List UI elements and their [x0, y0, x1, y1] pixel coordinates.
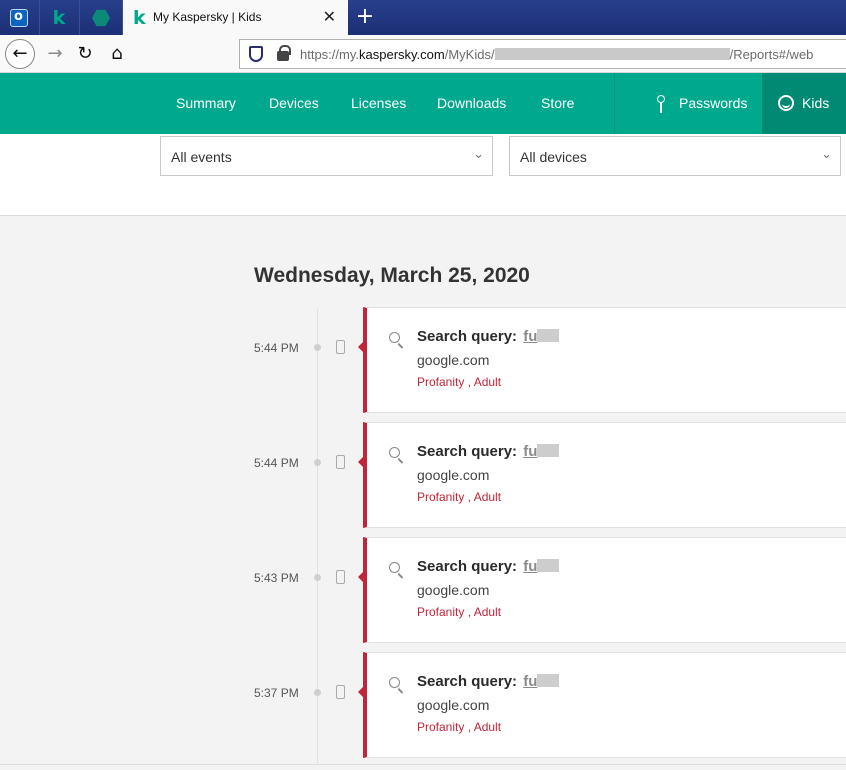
event-time: 5:43 PM — [254, 571, 299, 585]
term-redaction — [537, 444, 560, 457]
nav-store[interactable]: Store — [541, 73, 574, 134]
event-categories: Profanity , Adult — [417, 720, 502, 734]
nav-passwords[interactable]: Passwords — [679, 73, 747, 134]
kids-face-icon — [778, 95, 794, 111]
reload-button[interactable]: ↻ — [70, 39, 100, 69]
search-term-text: fu — [523, 443, 538, 460]
event-time: 5:44 PM — [254, 341, 299, 355]
search-site: google.com — [417, 582, 490, 598]
lock-icon[interactable] — [277, 45, 291, 61]
search-query-label: Search query: — [417, 328, 518, 345]
pinned-tab-app[interactable] — [80, 0, 123, 35]
device-filter-select[interactable]: All devices ⌄ — [509, 136, 841, 176]
event-time: 5:44 PM — [254, 456, 299, 470]
phone-icon — [336, 570, 345, 584]
search-site: google.com — [417, 697, 490, 713]
search-query-term[interactable]: fu — [523, 558, 560, 575]
event-row: 5:43 PM Search query: fu google.com Prof… — [0, 537, 846, 643]
event-row: 5:44 PM Search query: fu google.com Prof… — [0, 422, 846, 528]
search-query-title: Search query: fu — [417, 443, 560, 460]
kaspersky-k-icon: k — [133, 7, 146, 29]
pinned-tab-kaspersky[interactable]: k — [40, 0, 80, 35]
outlook-icon — [10, 9, 28, 27]
device-filter-value: All devices — [520, 149, 587, 165]
timeline-dot — [314, 344, 321, 351]
search-query-term[interactable]: fu — [523, 328, 560, 345]
phone-icon — [336, 455, 345, 469]
url-path: /MyKids/ — [444, 47, 495, 62]
chevron-down-icon: ⌄ — [821, 147, 832, 162]
event-card[interactable]: Search query: fu google.com Profanity , … — [358, 537, 846, 643]
search-query-title: Search query: fu — [417, 328, 560, 345]
back-button[interactable]: ← — [5, 39, 35, 69]
phone-icon — [336, 340, 345, 354]
event-row: 5:37 PM Search query: fu google.com Prof… — [0, 652, 846, 758]
url-prefix: https://my. — [300, 47, 359, 62]
site-header: Summary Devices Licenses Downloads Store… — [0, 73, 846, 134]
key-icon — [657, 95, 665, 113]
nav-devices[interactable]: Devices — [269, 73, 319, 134]
search-query-label: Search query: — [417, 443, 518, 460]
search-query-label: Search query: — [417, 558, 518, 575]
term-redaction — [537, 329, 560, 342]
term-redaction — [537, 674, 560, 687]
report-date-heading: Wednesday, March 25, 2020 — [254, 264, 530, 287]
tab-title: My Kaspersky | Kids — [153, 10, 262, 24]
forward-button[interactable]: → — [40, 39, 70, 69]
event-card[interactable]: Search query: fu google.com Profanity , … — [358, 652, 846, 758]
nav-kids[interactable]: Kids — [802, 73, 829, 134]
tracking-shield-icon[interactable] — [249, 46, 263, 62]
nav-licenses[interactable]: Licenses — [351, 73, 406, 134]
filter-bar: All events ⌄ All devices ⌄ — [0, 134, 846, 216]
nav-downloads[interactable]: Downloads — [437, 73, 506, 134]
url-bar[interactable]: https://my.kaspersky.com/MyKids/ /Reports… — [239, 39, 846, 69]
search-icon — [389, 562, 400, 573]
browser-nav-bar: ← → ↻ ⌂ https://my.kaspersky.com/MyKids/… — [0, 35, 846, 73]
hexagon-app-icon — [92, 9, 110, 27]
event-time: 5:37 PM — [254, 686, 299, 700]
home-button[interactable]: ⌂ — [102, 39, 132, 69]
close-tab-icon[interactable]: ✕ — [323, 8, 336, 26]
url-redaction — [494, 48, 730, 60]
search-icon — [389, 447, 400, 458]
search-term-text: fu — [523, 673, 538, 690]
phone-icon — [336, 685, 345, 699]
term-redaction — [537, 559, 560, 572]
url-domain: kaspersky.com — [359, 47, 445, 62]
search-query-title: Search query: fu — [417, 558, 560, 575]
search-term-text: fu — [523, 558, 538, 575]
timeline-dot — [314, 574, 321, 581]
event-filter-value: All events — [171, 149, 232, 165]
search-query-term[interactable]: fu — [523, 673, 560, 690]
search-icon — [389, 677, 400, 688]
url-suffix: /Reports#/web — [729, 47, 814, 62]
timeline-dot — [314, 689, 321, 696]
footer-divider — [0, 764, 846, 765]
kaspersky-k-icon: k — [52, 7, 66, 29]
pinned-tab-outlook[interactable] — [0, 0, 40, 35]
search-query-title: Search query: fu — [417, 673, 560, 690]
event-card[interactable]: Search query: fu google.com Profanity , … — [358, 422, 846, 528]
timeline-dot — [314, 459, 321, 466]
event-filter-select[interactable]: All events ⌄ — [160, 136, 493, 176]
nav-divider — [614, 73, 615, 134]
event-row: 5:44 PM Search query: fu google.com Prof… — [0, 307, 846, 413]
search-term-text: fu — [523, 328, 538, 345]
nav-kids-tab[interactable]: Kids — [762, 73, 846, 134]
nav-summary[interactable]: Summary — [176, 73, 236, 134]
search-site: google.com — [417, 352, 490, 368]
new-tab-button[interactable]: + — [352, 5, 378, 29]
search-icon — [389, 332, 400, 343]
chevron-down-icon: ⌄ — [473, 147, 484, 162]
active-tab[interactable]: k My Kaspersky | Kids ✕ — [123, 0, 348, 35]
browser-tab-strip: k k My Kaspersky | Kids ✕ + — [0, 0, 846, 35]
url-text[interactable]: https://my.kaspersky.com/MyKids/ /Reports… — [300, 47, 813, 62]
search-query-term[interactable]: fu — [523, 443, 560, 460]
event-categories: Profanity , Adult — [417, 490, 502, 504]
event-categories: Profanity , Adult — [417, 605, 502, 619]
search-site: google.com — [417, 467, 490, 483]
search-query-label: Search query: — [417, 673, 518, 690]
event-card[interactable]: Search query: fu google.com Profanity , … — [358, 307, 846, 413]
event-categories: Profanity , Adult — [417, 375, 502, 389]
